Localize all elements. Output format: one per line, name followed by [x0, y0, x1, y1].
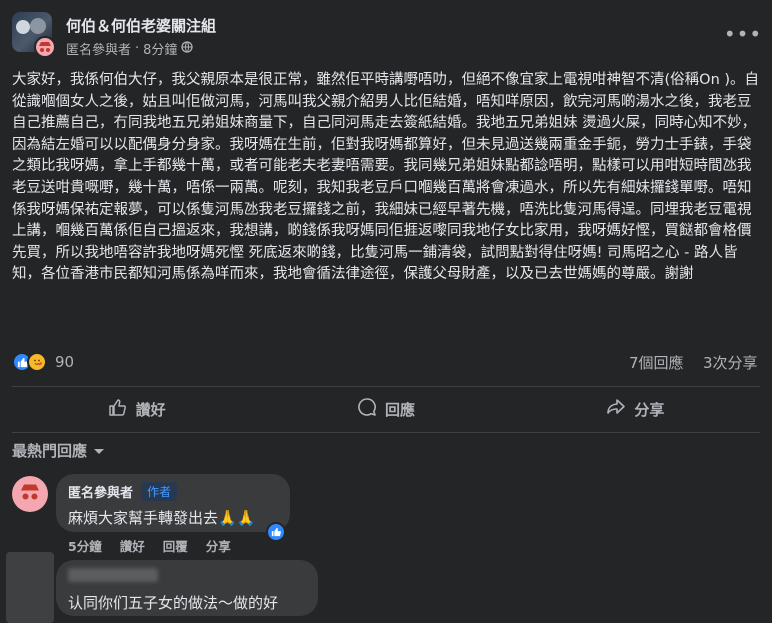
comment-button[interactable]: 回應	[261, 390, 510, 428]
comment-avatar[interactable]	[6, 552, 54, 623]
share-button-label: 分享	[634, 400, 665, 419]
comment-text: 认同你们五子女的做法～做的好	[68, 594, 279, 612]
more-options-button[interactable]: •••	[724, 22, 761, 46]
comment-reply-button[interactable]: 回覆	[163, 536, 188, 555]
divider	[12, 432, 760, 433]
chevron-down-icon	[93, 442, 105, 460]
anonymous-icon	[34, 36, 56, 58]
comment-share-button[interactable]: 分享	[206, 536, 231, 555]
blurred-author-name[interactable]	[68, 568, 158, 582]
comment-bubble: 匿名參與者 作者 麻煩大家幫手轉發出去🙏🙏	[56, 474, 290, 532]
post-time[interactable]: 8分鐘	[143, 39, 177, 58]
comment-sort-dropdown[interactable]: 最熱門回應	[12, 440, 105, 461]
reactions-summary[interactable]: 90	[12, 352, 74, 372]
shares-count[interactable]: 3次分享	[703, 352, 758, 373]
comment-actions: 5分鐘 讚好 回覆 分享	[68, 536, 231, 555]
comment-time[interactable]: 5分鐘	[68, 536, 102, 555]
share-button[interactable]: 分享	[511, 390, 760, 428]
share-arrow-icon	[606, 397, 626, 421]
comment-like-button[interactable]: 讚好	[120, 536, 145, 555]
comment-avatar[interactable]	[12, 476, 48, 512]
comment-like-icon	[266, 522, 286, 542]
comment-author[interactable]: 匿名參與者	[68, 482, 133, 501]
like-button[interactable]: 讚好	[12, 390, 261, 428]
comments-count[interactable]: 7個回應	[629, 352, 684, 373]
group-name[interactable]: 何伯＆何伯老婆關注組	[66, 15, 216, 36]
author-badge: 作者	[141, 482, 178, 501]
divider	[12, 386, 760, 387]
comment-bubble-icon	[357, 397, 377, 421]
thumbs-up-icon	[108, 397, 128, 421]
comment-bubble: 认同你们五子女的做法～做的好	[56, 560, 318, 616]
post-text: 大家好，我係何伯大仔，我父親原本是很正常，雖然佢平時講嘢唔叻，但絕不像宜家上電視…	[12, 72, 760, 283]
care-reaction-icon	[27, 352, 47, 372]
meta-separator: ·	[135, 41, 140, 56]
like-button-label: 讚好	[135, 400, 166, 419]
author-name[interactable]: 匿名參與者	[66, 39, 131, 58]
post-action-bar: 讚好 回應 分享	[12, 390, 760, 428]
reaction-count: 90	[55, 353, 75, 371]
anonymous-icon	[19, 483, 41, 505]
post-header: 何伯＆何伯老婆關注組 匿名參與者 · 8分鐘 •••	[0, 0, 772, 66]
globe-icon	[181, 40, 194, 57]
comment-button-label: 回應	[384, 400, 415, 419]
comment-text: 麻煩大家幫手轉發出去🙏🙏	[68, 509, 256, 527]
sort-label: 最熱門回應	[12, 442, 88, 460]
post-meta: 匿名參與者 · 8分鐘	[66, 39, 194, 58]
